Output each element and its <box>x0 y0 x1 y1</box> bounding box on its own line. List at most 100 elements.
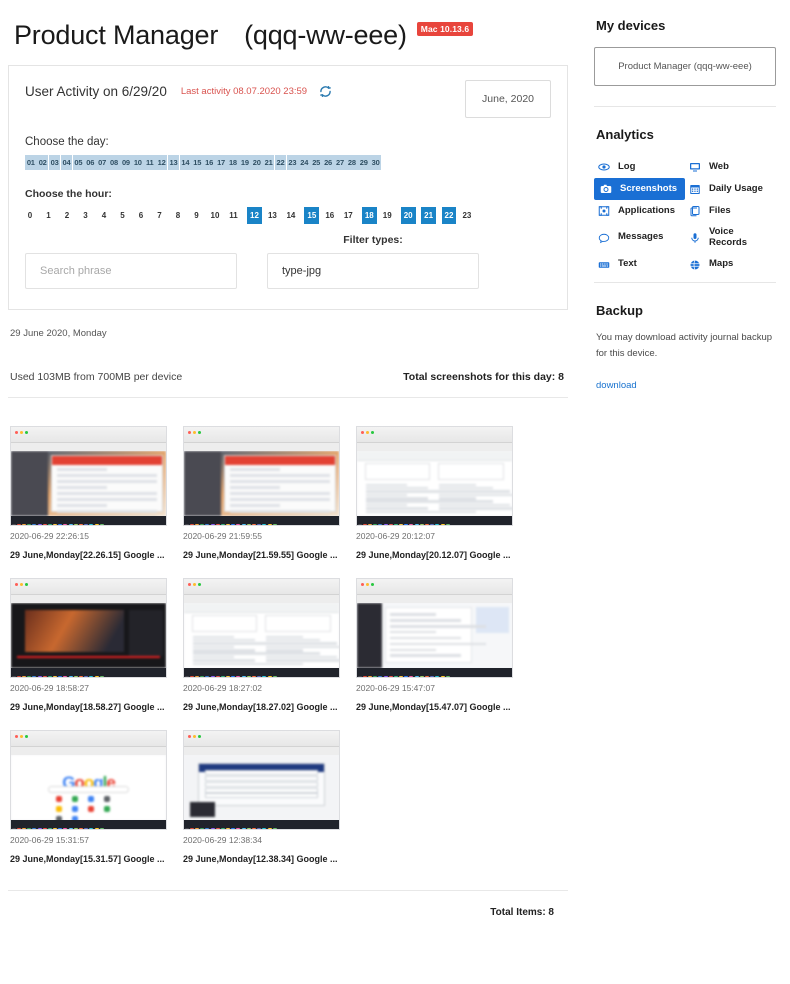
screenshot-card[interactable]: 2020-06-29 18:58:27 29 June,Monday[18.58.… <box>10 578 177 712</box>
screenshot-card[interactable]: Google 2020-06-29 15:31:57 29 June,Monday[… <box>10 730 177 864</box>
hour-cell-selected[interactable]: 21 <box>421 207 437 224</box>
hour-cell[interactable]: 7 <box>155 207 165 224</box>
day-cell[interactable]: 12 <box>155 155 168 170</box>
screenshot-title[interactable]: 29 June,Monday[20.12.07] Google ... <box>356 550 523 560</box>
screenshot-card[interactable]: 2020-06-29 12:38:34 29 June,Monday[12.38.… <box>183 730 350 864</box>
day-cell[interactable]: 25 <box>310 155 322 170</box>
day-cell[interactable]: 28 <box>346 155 358 170</box>
analytics-item-web[interactable]: Web <box>685 156 776 178</box>
day-cell[interactable]: 15 <box>191 155 204 170</box>
day-cell[interactable]: 07 <box>96 155 108 170</box>
screenshot-card[interactable]: 2020-06-29 18:27:02 29 June,Monday[18.27.… <box>183 578 350 712</box>
hour-cell[interactable]: 10 <box>210 207 220 224</box>
day-cell[interactable]: 26 <box>322 155 334 170</box>
sidebar-divider-1 <box>594 106 776 107</box>
screenshot-title[interactable]: 29 June,Monday[18.27.02] Google ... <box>183 702 350 712</box>
screenshot-title[interactable]: 29 June,Monday[22.26.15] Google ... <box>10 550 177 560</box>
hour-cell-selected[interactable]: 12 <box>247 207 262 224</box>
hour-cell[interactable]: 17 <box>343 207 353 224</box>
screenshot-card[interactable]: 2020-06-29 21:59:55 29 June,Monday[21.59.… <box>183 426 350 560</box>
analytics-item-files[interactable]: Files <box>685 200 776 222</box>
screenshot-thumbnail[interactable] <box>356 426 513 526</box>
hour-cell-selected[interactable]: 22 <box>441 207 457 224</box>
screenshot-thumbnail[interactable]: Google <box>10 730 167 830</box>
hour-cell[interactable]: 0 <box>25 207 35 224</box>
screenshot-thumbnail[interactable] <box>183 730 340 830</box>
day-cell[interactable]: 13 <box>167 155 180 170</box>
day-cell[interactable]: 16 <box>203 155 215 170</box>
hour-cell-selected[interactable]: 15 <box>304 207 320 224</box>
analytics-item-text[interactable]: Text <box>594 254 685 276</box>
filter-types-input[interactable] <box>267 253 479 289</box>
day-cell[interactable]: 03 <box>48 155 61 170</box>
analytics-item-messages[interactable]: Messages <box>594 222 685 254</box>
analytics-item-log[interactable]: Log <box>594 156 685 178</box>
hour-cell[interactable]: 2 <box>62 207 72 224</box>
day-cell[interactable]: 14 <box>179 155 192 170</box>
hour-cell[interactable]: 4 <box>99 207 109 224</box>
screenshot-card[interactable]: 2020-06-29 15:47:07 29 June,Monday[15.47.… <box>356 578 523 712</box>
download-backup-link[interactable]: download <box>596 380 637 391</box>
day-cell[interactable]: 11 <box>143 155 156 170</box>
hour-cell[interactable]: 8 <box>173 207 183 224</box>
day-selector[interactable]: 01 02 03 04 05 06 07 08 09 10 11 12 13 14 15 16 17 18 19 20… <box>25 155 551 170</box>
device-list-item[interactable]: Product Manager (qqq-ww-eee) <box>594 47 776 86</box>
day-cell[interactable]: 17 <box>215 155 227 170</box>
screenshot-thumbnail[interactable] <box>10 426 167 526</box>
screenshot-title[interactable]: 29 June,Monday[21.59.55] Google ... <box>183 550 350 560</box>
search-input[interactable] <box>25 253 237 289</box>
hour-cell[interactable]: 3 <box>81 207 91 224</box>
day-cell[interactable]: 06 <box>84 155 97 170</box>
screenshot-title[interactable]: 29 June,Monday[12.38.34] Google ... <box>183 854 350 864</box>
analytics-item-screenshots[interactable]: Screenshots <box>594 178 685 200</box>
analytics-item-voice-records[interactable]: Voice Records <box>685 222 776 254</box>
day-cell[interactable]: 05 <box>72 155 85 170</box>
total-screenshots-text: Total screenshots for this day: 8 <box>403 371 564 383</box>
hour-cell[interactable]: 5 <box>118 207 128 224</box>
screenshot-title[interactable]: 29 June,Monday[15.31.57] Google ... <box>10 854 177 864</box>
day-cell[interactable]: 04 <box>60 155 73 170</box>
hour-cell[interactable]: 23 <box>462 207 472 224</box>
day-cell[interactable]: 09 <box>120 155 132 170</box>
day-cell[interactable]: 01 <box>25 155 37 170</box>
screenshot-card[interactable]: 2020-06-29 20:12:07 29 June,Monday[20.12.… <box>356 426 523 560</box>
hour-cell[interactable]: 11 <box>229 207 239 224</box>
day-cell[interactable]: 18 <box>227 155 239 170</box>
day-cell[interactable]: 08 <box>108 155 120 170</box>
day-cell[interactable]: 21 <box>262 155 275 170</box>
screenshot-thumbnail[interactable] <box>356 578 513 678</box>
day-cell[interactable]: 19 <box>239 155 251 170</box>
refresh-icon[interactable] <box>319 85 332 98</box>
screenshot-title[interactable]: 29 June,Monday[18.58.27] Google ... <box>10 702 177 712</box>
day-cell[interactable]: 10 <box>132 155 144 170</box>
screenshot-thumbnail[interactable] <box>183 426 340 526</box>
analytics-item-daily-usage[interactable]: Daily Usage <box>685 178 776 200</box>
hour-cell[interactable]: 9 <box>192 207 202 224</box>
hour-cell[interactable]: 13 <box>267 207 277 224</box>
analytics-item-label: Maps <box>709 258 734 270</box>
hour-cell[interactable]: 1 <box>44 207 54 224</box>
day-cell[interactable]: 02 <box>36 155 49 170</box>
analytics-item-maps[interactable]: Maps <box>685 254 776 276</box>
screenshot-card[interactable]: 2020-06-29 22:26:15 29 June,Monday[22.26.… <box>10 426 177 560</box>
screenshot-title[interactable]: 29 June,Monday[15.47.07] Google ... <box>356 702 523 712</box>
screenshot-thumbnail[interactable] <box>10 578 167 678</box>
day-cell[interactable]: 29 <box>357 155 370 170</box>
hour-selector[interactable]: 0 1 2 3 4 5 6 7 8 9 10 11 12 13 14 15 16 17 18 19 20 21 22 23 <box>25 207 551 224</box>
day-cell[interactable]: 20 <box>250 155 263 170</box>
hour-cell[interactable]: 19 <box>382 207 392 224</box>
day-cell[interactable]: 27 <box>334 155 346 170</box>
device-name: (qqq-ww-eee) <box>244 20 407 50</box>
day-cell[interactable]: 30 <box>369 155 382 170</box>
analytics-item-applications[interactable]: Applications <box>594 200 685 222</box>
month-selector-button[interactable]: June, 2020 <box>465 80 551 118</box>
day-cell[interactable]: 23 <box>286 155 299 170</box>
day-cell[interactable]: 24 <box>298 155 311 170</box>
hour-cell[interactable]: 16 <box>325 207 335 224</box>
hour-cell[interactable]: 14 <box>286 207 296 224</box>
hour-cell-selected[interactable]: 20 <box>400 207 416 224</box>
screenshot-thumbnail[interactable] <box>183 578 340 678</box>
hour-cell-selected[interactable]: 18 <box>361 207 377 224</box>
hour-cell[interactable]: 6 <box>136 207 146 224</box>
day-cell[interactable]: 22 <box>274 155 287 170</box>
